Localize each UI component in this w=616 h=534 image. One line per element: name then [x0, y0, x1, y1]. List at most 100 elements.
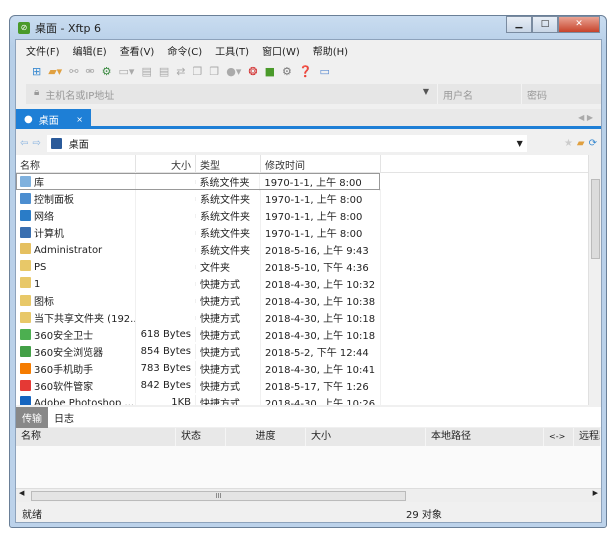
transfer-header: 名称 状态 进度 大小 本地路径 <-> 远程路径	[16, 428, 601, 446]
client-area: 文件(F) 编辑(E) 查看(V) 命令(C) 工具(T) 窗口(W) 帮助(H…	[15, 39, 602, 523]
file-row[interactable]: PS 文件夹 2018-5-10, 下午 4:36	[16, 257, 601, 276]
file-row[interactable]: 图标 快捷方式 2018-4-30, 上午 10:38	[16, 291, 601, 310]
star-icon[interactable]: ★	[564, 138, 573, 149]
toolbar: ⊞ ▰▾ ⚯ ⚮ ⚙ ▭▾ ▤ ▤ ⇄ ❐ ❐ ●▾ ❂ ■ ⚙ ❓ ▭	[32, 62, 330, 80]
refresh-icon[interactable]: ⟳	[589, 138, 597, 149]
file-icon	[20, 346, 31, 357]
address-bar: 🔒︎ 主机名或IP地址 ▼ 用户名 密码	[26, 84, 601, 104]
menu-view[interactable]: 查看(V)	[120, 43, 155, 58]
file-row[interactable]: 网络 系统文件夹 1970-1-1, 上午 8:00	[16, 206, 601, 225]
file-row[interactable]: 当下共享文件夹 (192... 快捷方式 2018-4-30, 上午 10:18	[16, 308, 601, 327]
minimize-button[interactable]: ▁	[506, 16, 532, 33]
chevron-down-icon[interactable]: ▼	[423, 87, 429, 101]
file-icon	[20, 277, 31, 288]
file-size	[136, 230, 196, 235]
file-row[interactable]: 库系统文件夹 1970-1-1, 上午 8:00	[16, 172, 380, 191]
vertical-scrollbar[interactable]	[588, 155, 601, 405]
transfer-icon[interactable]: ▭▾	[119, 65, 135, 78]
transfer-col-direction[interactable]: <->	[544, 428, 574, 446]
column-name[interactable]: 名称	[16, 155, 136, 172]
transfer-col-remote-path[interactable]: 远程路径	[574, 428, 601, 446]
menu-edit[interactable]: 编辑(E)	[73, 43, 107, 58]
file-name: 360软件管家	[16, 376, 136, 395]
download-icon[interactable]: ▤	[159, 65, 169, 78]
transfer-col-local-path[interactable]: 本地路径	[426, 428, 544, 446]
globe-icon[interactable]: ●▾	[226, 65, 241, 78]
connect-icon[interactable]: ⚯	[69, 65, 78, 78]
menu-help[interactable]: 帮助(H)	[313, 43, 348, 58]
file-row[interactable]: 控制面板 系统文件夹 1970-1-1, 上午 8:00	[16, 189, 601, 208]
lock-icon: 🔒︎	[34, 87, 40, 98]
upload-icon[interactable]: ▤	[141, 65, 151, 78]
file-icon	[20, 210, 31, 221]
file-row[interactable]: 1 快捷方式 2018-4-30, 上午 10:32	[16, 274, 601, 293]
forward-icon[interactable]: ⇨	[32, 138, 40, 149]
file-size: 842 Bytes	[136, 378, 196, 393]
file-row[interactable]: 360安全卫士 618 Bytes 快捷方式 2018-4-30, 上午 10:18	[16, 325, 601, 344]
tab-desktop[interactable]: ● 桌面 ×	[16, 109, 91, 129]
close-button[interactable]: ✕	[558, 16, 600, 33]
desktop-icon	[50, 137, 62, 149]
file-row[interactable]: 360软件管家 842 Bytes 快捷方式 2018-5-17, 下午 1:26	[16, 376, 601, 395]
file-row[interactable]: Administrator 系统文件夹 2018-5-16, 上午 9:43	[16, 240, 601, 259]
file-name: Adobe Photoshop ...	[16, 394, 136, 405]
password-input[interactable]: 密码	[521, 84, 601, 104]
object-count: 29 对象	[406, 510, 442, 521]
xftp-icon[interactable]: ■	[265, 65, 275, 78]
menu-command[interactable]: 命令(C)	[167, 43, 202, 58]
xshell-icon[interactable]: ❂	[248, 65, 257, 78]
path-bar: ⇦ ⇨ 桌面 ▼ ★ ▰ ⟳	[16, 132, 601, 154]
transfer-col-size[interactable]: 大小	[306, 428, 426, 446]
transfer-col-progress[interactable]: 进度	[226, 428, 306, 446]
disconnect-icon[interactable]: ⚮	[85, 65, 94, 78]
transfer-col-name[interactable]: 名称	[16, 428, 176, 446]
back-icon[interactable]: ⇦	[20, 138, 28, 149]
paste-icon[interactable]: ❐	[209, 65, 219, 78]
transfer-col-status[interactable]: 状态	[176, 428, 226, 446]
new-session-icon[interactable]: ⊞	[32, 65, 41, 78]
status-text: 就绪	[22, 510, 42, 521]
home-folder-icon[interactable]: ▰	[577, 138, 585, 149]
maximize-button[interactable]: □	[532, 16, 558, 33]
username-input[interactable]: 用户名	[437, 84, 521, 104]
copy-icon[interactable]: ❐	[192, 65, 202, 78]
session-settings-icon[interactable]: ⚙	[102, 65, 112, 78]
chevron-down-icon[interactable]: ▼	[517, 139, 523, 148]
help-icon[interactable]: ❓	[299, 65, 313, 78]
gear-icon[interactable]: ⚙	[282, 65, 292, 78]
file-icon	[20, 176, 31, 187]
file-row[interactable]: 360安全浏览器 854 Bytes 快捷方式 2018-5-2, 下午 12:44	[16, 342, 601, 361]
file-row[interactable]: Adobe Photoshop ... 1KB 快捷方式 2018-4-30, 上午 …	[16, 393, 601, 405]
file-modified: 2018-4-30, 上午 10:26	[261, 393, 381, 405]
file-icon	[20, 227, 31, 238]
file-list: 名称 大小 类型 修改时间 库系统文件夹 1970-1-1, 上午 8:00 控制面…	[16, 155, 601, 405]
column-type[interactable]: 类型	[196, 155, 261, 172]
menu-tools[interactable]: 工具(T)	[215, 43, 249, 58]
sync-icon[interactable]: ⇄	[176, 65, 185, 78]
tab-scroll-arrows[interactable]: ◀ ▶	[578, 113, 593, 122]
file-icon	[20, 363, 31, 374]
file-icon	[20, 260, 31, 271]
file-name: 1	[16, 275, 136, 292]
file-size	[136, 213, 196, 218]
file-size: 1KB	[136, 395, 196, 405]
status-bar: 就绪 29 对象	[16, 504, 601, 523]
file-row[interactable]: 计算机 系统文件夹 1970-1-1, 上午 8:00	[16, 223, 601, 242]
file-type: 快捷方式	[196, 393, 261, 405]
file-name: Administrator	[16, 241, 136, 258]
open-folder-icon[interactable]: ▰▾	[48, 65, 62, 78]
close-tab-icon[interactable]: ×	[76, 115, 83, 124]
path-input[interactable]: 桌面 ▼	[46, 134, 527, 152]
menu-file[interactable]: 文件(F)	[26, 43, 60, 58]
host-input[interactable]: 🔒︎ 主机名或IP地址 ▼	[26, 84, 437, 104]
horizontal-scrollbar[interactable]: ◀ III ▶	[16, 488, 601, 502]
column-modified[interactable]: 修改时间	[261, 155, 381, 172]
file-row[interactable]: 360手机助手 783 Bytes 快捷方式 2018-4-30, 上午 10:41	[16, 359, 601, 378]
tab-log[interactable]: 日志	[48, 407, 80, 428]
file-name: 计算机	[16, 223, 136, 242]
menu-window[interactable]: 窗口(W)	[262, 43, 300, 58]
column-size[interactable]: 大小	[136, 155, 196, 172]
file-size	[136, 247, 196, 252]
tab-transfer[interactable]: 传输	[16, 406, 48, 428]
chat-icon[interactable]: ▭	[320, 65, 330, 78]
